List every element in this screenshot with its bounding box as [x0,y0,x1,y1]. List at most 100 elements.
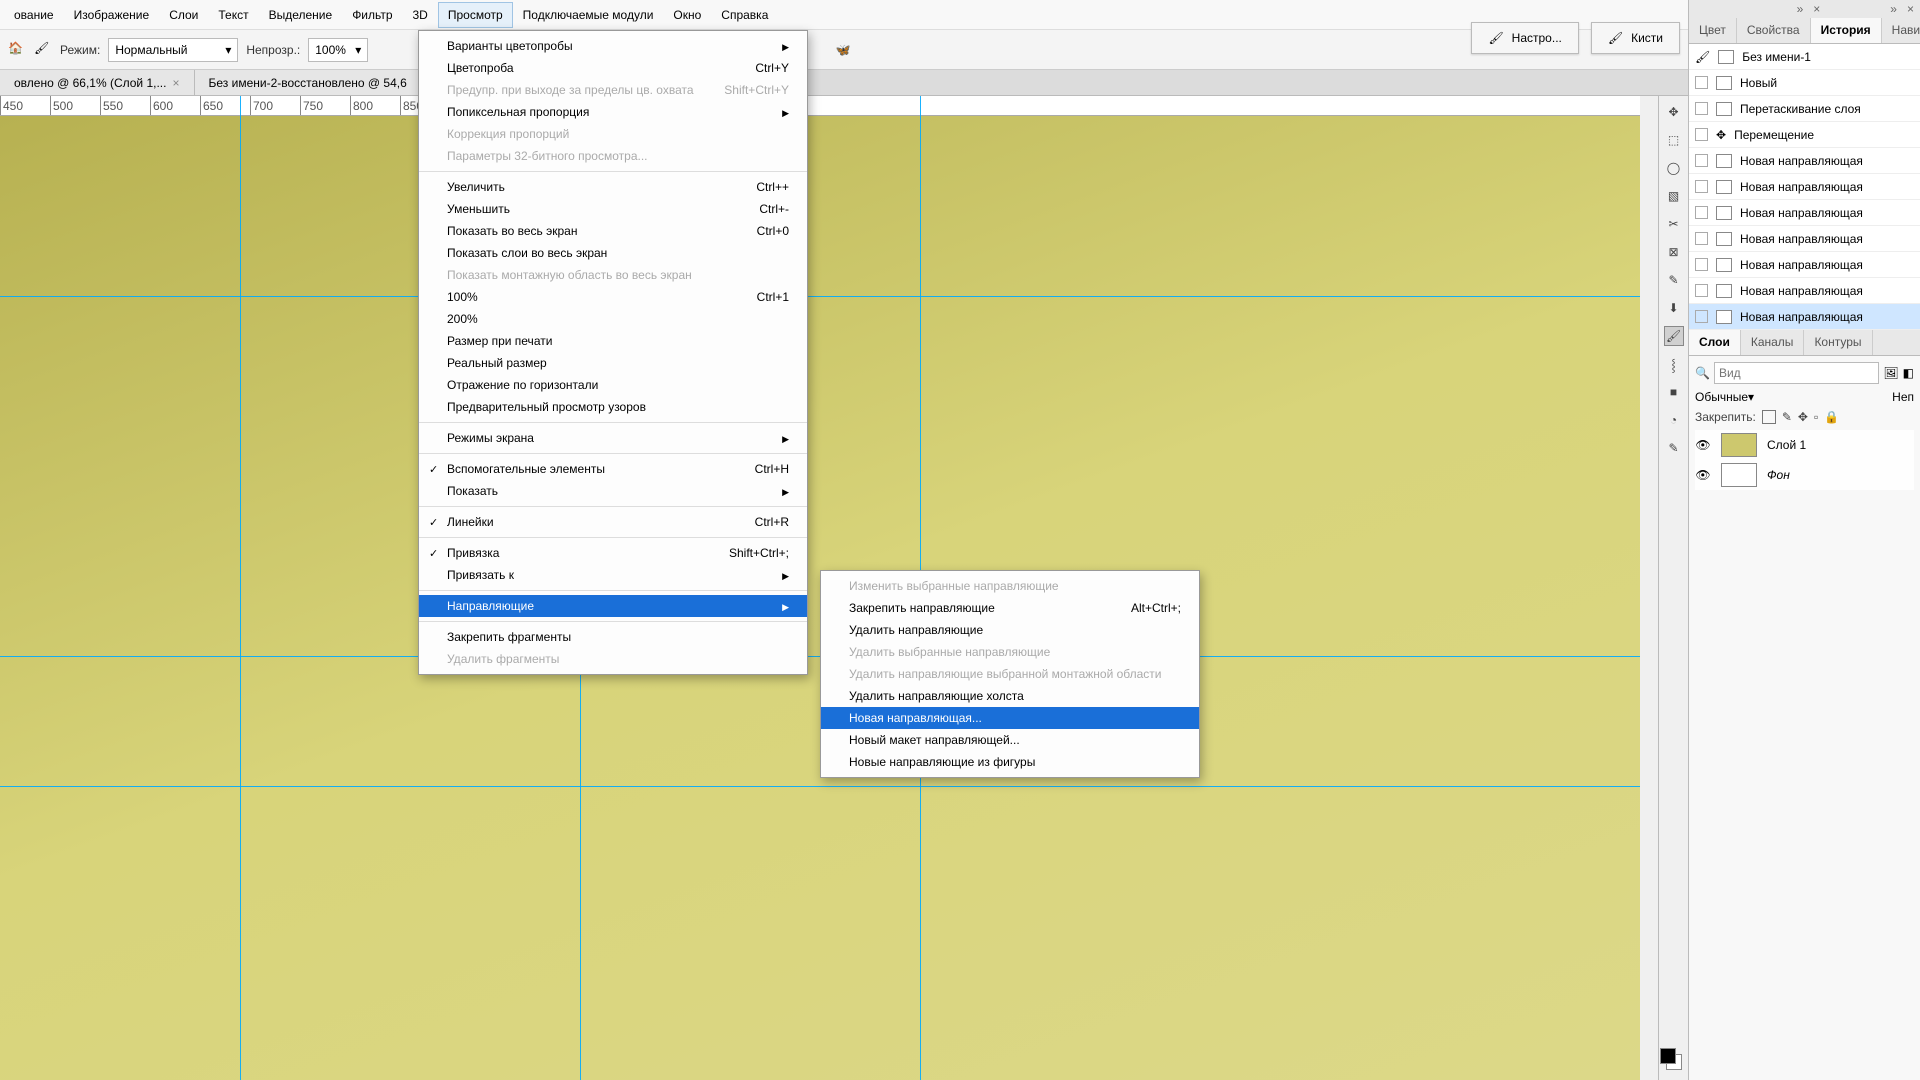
menu-item[interactable]: Новые направляющие из фигуры [821,751,1199,773]
color-swatch[interactable] [1660,1048,1682,1070]
menu-item[interactable]: Показать во весь экранCtrl+0 [419,220,807,242]
menu-item[interactable]: Окно [663,2,711,28]
menu-item[interactable]: Варианты цветопробы [419,35,807,57]
close-icon[interactable]: × [172,76,179,90]
menu-item[interactable]: Удалить направляющие холста [821,685,1199,707]
menu-item[interactable]: ПривязкаShift+Ctrl+; [419,542,807,564]
visibility-icon[interactable]: 👁 [1695,438,1711,452]
tool-button[interactable]: ✎ [1664,270,1684,290]
lock-move-icon[interactable]: ✥ [1798,410,1808,424]
history-state[interactable]: Новый [1689,70,1920,96]
menu-item[interactable]: 100%Ctrl+1 [419,286,807,308]
filter-icon[interactable]: 🖼 [1883,366,1898,380]
opacity-select[interactable]: 100%▾ [308,38,368,62]
menu-item[interactable]: Текст [208,2,258,28]
tool-button[interactable]: ⬇ [1664,298,1684,318]
menu-item[interactable]: Удалить направляющие [821,619,1199,641]
menu-item[interactable]: 200% [419,308,807,330]
tool-preset-icon[interactable]: 🖌 [34,41,52,59]
tool-button[interactable]: ⸾ [1664,354,1684,374]
menu-item[interactable]: Режимы экрана [419,427,807,449]
tool-button[interactable]: ◔ [1664,410,1684,430]
guide-horizontal[interactable] [0,786,1640,787]
lock-all-icon[interactable]: 🔒 [1824,410,1839,424]
menu-item[interactable]: УвеличитьCtrl++ [419,176,807,198]
lock-pixels-icon[interactable] [1762,410,1776,424]
close-icon[interactable]: × [1813,2,1820,16]
collapse-icon[interactable]: » [1797,2,1804,16]
menu-item[interactable]: Слои [159,2,208,28]
visibility-icon[interactable]: 👁 [1695,468,1711,482]
tool-button[interactable]: ◯ [1664,158,1684,178]
blend-mode-select[interactable]: Нормальный▾ [108,38,238,62]
history-state[interactable]: Новая направляющая [1689,200,1920,226]
layer-row[interactable]: 👁Слой 1 [1695,430,1914,460]
history-state[interactable]: Новая направляющая [1689,252,1920,278]
history-state[interactable]: ✥Перемещение [1689,122,1920,148]
tool-button[interactable]: ■ [1664,382,1684,402]
tool-button[interactable]: ▧ [1664,186,1684,206]
menu-item[interactable]: Подключаемые модули [513,2,664,28]
menu-item[interactable]: Привязать к [419,564,807,586]
history-state[interactable]: Новая направляющая [1689,174,1920,200]
close-icon[interactable]: × [1907,2,1914,16]
horizontal-ruler[interactable]: 4505005506006507007508008501350140014501… [0,96,1640,116]
panel-tab[interactable]: Навигатор [1882,18,1920,43]
menu-item[interactable]: Фильтр [342,2,402,28]
guide-vertical[interactable] [240,96,241,1080]
menu-item[interactable]: Попиксельная пропорция [419,101,807,123]
panel-tab[interactable]: Слои [1689,330,1741,355]
menu-item[interactable]: 3D [403,2,438,28]
menu-item[interactable]: Показать [419,480,807,502]
layer-filter-input[interactable] [1714,362,1879,384]
layer-row[interactable]: 👁Фон [1695,460,1914,490]
menu-item[interactable]: Отражение по горизонтали [419,374,807,396]
history-state[interactable]: Новая направляющая [1689,278,1920,304]
home-icon[interactable]: 🏠 [8,41,26,59]
menu-item[interactable]: Показать слои во весь экран [419,242,807,264]
foreground-color[interactable] [1660,1048,1676,1064]
menu-item[interactable]: Выделение [259,2,343,28]
history-state[interactable]: Новая направляющая [1689,304,1920,330]
menu-item[interactable]: Размер при печати [419,330,807,352]
tool-button[interactable]: ⊠ [1664,242,1684,262]
history-state[interactable]: Новая направляющая [1689,148,1920,174]
menu-item[interactable]: Новый макет направляющей... [821,729,1199,751]
history-state[interactable]: Перетаскивание слоя [1689,96,1920,122]
panel-tab[interactable]: Контуры [1804,330,1872,355]
menu-item[interactable]: Закрепить фрагменты [419,626,807,648]
lock-artboard-icon[interactable]: ▫ [1814,410,1818,424]
history-document-row[interactable]: 🖌 Без имени-1 [1689,44,1920,70]
menu-item[interactable]: Закрепить направляющиеAlt+Ctrl+; [821,597,1199,619]
menu-item[interactable]: Изображение [64,2,160,28]
panel-tab[interactable]: Каналы [1741,330,1805,355]
collapse-icon[interactable]: » [1890,2,1897,16]
tool-button[interactable]: ⬚ [1664,130,1684,150]
tool-button[interactable]: ✎ [1664,438,1684,458]
lock-brush-icon[interactable]: ✎ [1782,410,1792,424]
menu-item[interactable]: ЛинейкиCtrl+R [419,511,807,533]
shortcut-button[interactable]: 🖌Кисти [1591,22,1680,54]
menu-item[interactable]: Направляющие [419,595,807,617]
menu-item[interactable]: Новая направляющая... [821,707,1199,729]
panel-tab[interactable]: Свойства [1737,18,1811,43]
menu-item[interactable]: Предварительный просмотр узоров [419,396,807,418]
menu-item[interactable]: Просмотр [438,2,513,28]
tool-button[interactable]: ✥ [1664,102,1684,122]
menu-item[interactable]: ование [4,2,64,28]
document-tab[interactable]: Без имени-2-восстановлено @ 54,6 [195,70,422,95]
menu-item[interactable]: ЦветопробаCtrl+Y [419,57,807,79]
menu-item[interactable]: Вспомогательные элементыCtrl+H [419,458,807,480]
shortcut-button[interactable]: 🖌Настро... [1471,22,1578,54]
menu-item[interactable]: Справка [711,2,778,28]
tool-button[interactable]: ✂ [1664,214,1684,234]
menu-item[interactable]: Реальный размер [419,352,807,374]
tool-button[interactable]: 🖌 [1664,326,1684,346]
document-tab[interactable]: овлено @ 66,1% (Слой 1,...× [0,70,195,95]
panel-tab[interactable]: Цвет [1689,18,1737,43]
guide-horizontal[interactable] [0,296,1640,297]
menu-item[interactable]: УменьшитьCtrl+- [419,198,807,220]
panel-tab[interactable]: История [1811,18,1882,43]
history-state[interactable]: Новая направляющая [1689,226,1920,252]
butterfly-icon[interactable]: 🦋 [836,43,851,57]
